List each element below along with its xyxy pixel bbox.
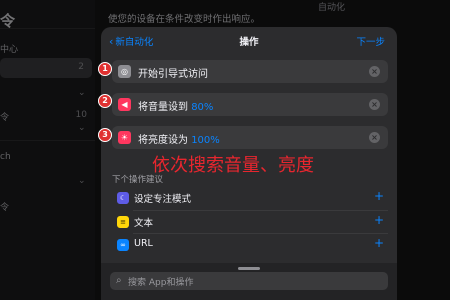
- search-icon: ⌕: [116, 275, 122, 286]
- action-label: 将亮度设为 100%: [138, 135, 220, 146]
- annotation-text: 依次搜索音量、亮度: [152, 155, 314, 176]
- step-badge-1: 1: [98, 62, 112, 76]
- action-label: 将音量设到 80%: [138, 102, 214, 113]
- suggestion-text[interactable]: ≡ 文本 +: [112, 211, 388, 233]
- suggestion-label: URL: [134, 238, 153, 249]
- action-row-brightness[interactable]: ☀ 将亮度设为 100% ×: [112, 126, 388, 149]
- action-label: 开始引导式访问: [138, 69, 208, 80]
- search-input[interactable]: ⌕ 搜索 App和操作: [110, 272, 388, 290]
- step-badge-3: 3: [98, 128, 112, 142]
- search-panel: ⌕ 搜索 App和操作: [101, 263, 397, 300]
- add-icon[interactable]: +: [374, 189, 384, 203]
- volume-value[interactable]: 80%: [191, 102, 213, 113]
- sheet-title: 操作: [239, 37, 259, 48]
- remove-action-icon[interactable]: ×: [369, 99, 380, 110]
- action-row-volume[interactable]: ◀ 将音量设到 80% ×: [112, 93, 388, 116]
- text-icon: ≡: [117, 216, 129, 228]
- suggestion-label: 文本: [134, 218, 154, 229]
- link-icon: ∞: [117, 239, 129, 251]
- remove-action-icon[interactable]: ×: [369, 66, 380, 77]
- search-placeholder: 搜索 App和操作: [128, 278, 194, 288]
- guided-access-icon: ◎: [118, 65, 131, 78]
- screen: 令 中心 2 ⌄ 令 10 ⌄ ch ⌄ 令 自动化 使您的设备在条件改变时作出…: [0, 0, 450, 300]
- remove-action-icon[interactable]: ×: [369, 132, 380, 143]
- drag-handle[interactable]: [238, 267, 260, 270]
- next-button[interactable]: 下一步: [356, 34, 385, 48]
- add-icon[interactable]: +: [374, 213, 384, 227]
- add-icon[interactable]: +: [374, 236, 384, 250]
- brightness-icon: ☀: [118, 131, 131, 144]
- step-badge-2: 2: [98, 94, 112, 108]
- brightness-value[interactable]: 100%: [191, 135, 220, 146]
- suggestion-focus-mode[interactable]: ☾ 设定专注模式 +: [112, 187, 388, 209]
- suggestion-label: 设定专注模式: [134, 194, 192, 205]
- focus-moon-icon: ☾: [117, 192, 129, 204]
- suggestion-url[interactable]: ∞ URL +: [112, 234, 388, 256]
- action-row-guided-access[interactable]: ◎ 开始引导式访问 ×: [112, 60, 388, 83]
- sheet-nav-bar: ‹ 新自动化 操作 下一步: [101, 27, 397, 55]
- volume-icon: ◀: [118, 98, 131, 111]
